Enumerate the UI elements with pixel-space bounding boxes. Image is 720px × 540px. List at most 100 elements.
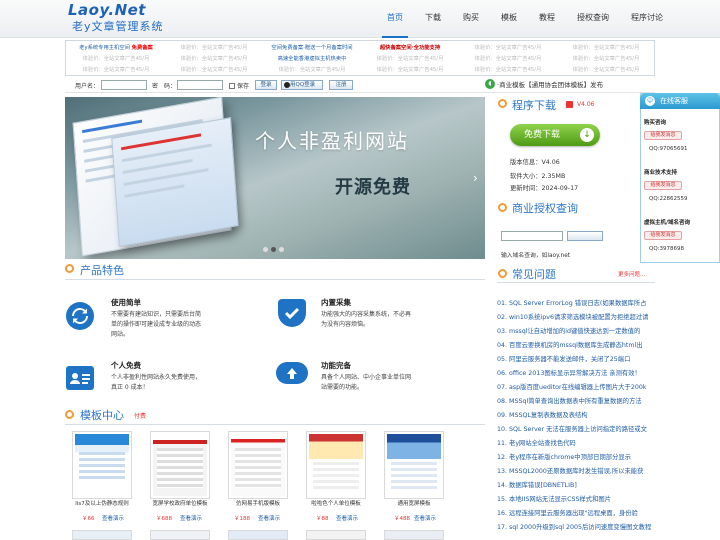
faq-title: 常见问题 xyxy=(512,268,556,281)
template-name[interactable]: 啦啦色个人单位模板 xyxy=(302,499,370,507)
service-header[interactable]: ☺ 在线客服 xyxy=(640,93,720,109)
logo-text[interactable]: Laoy.Net xyxy=(68,1,146,19)
save-checkbox-wrap[interactable]: 保存 xyxy=(229,81,249,90)
template-thumbnail[interactable] xyxy=(72,530,132,540)
faq-link[interactable]: 12. 老y程序在新版chrome中顶部日期部分显示 xyxy=(497,452,657,461)
template-thumbnail[interactable] xyxy=(384,431,444,499)
template-name[interactable]: 通用宽屏模板 xyxy=(380,499,448,507)
qq-message-button[interactable]: 给我发消息 xyxy=(644,181,682,190)
save-checkbox[interactable] xyxy=(229,82,235,89)
license-title: 商业授权查询 xyxy=(512,202,578,215)
faq-link[interactable]: 08. MSSql简单查询出数据表中所有重复数据的方法 xyxy=(497,396,657,405)
free-download-button[interactable]: 免费下载 ↓ xyxy=(510,124,600,146)
faq-link[interactable]: 13. MSSQL2000还原数据库时发生错误,所以未能获 xyxy=(497,466,657,475)
ad-link[interactable]: 体验价：全站文章广告45/月 xyxy=(558,43,654,54)
username-input[interactable] xyxy=(101,80,147,90)
ad-link[interactable]: 体验价：全站文章广告45/月 xyxy=(166,54,262,65)
faq-link[interactable]: 02. win10系统ipv6请求筛选模块被配置为拒绝超过请 xyxy=(497,312,657,321)
qq-login-button[interactable]: 用QQ登录 xyxy=(281,80,323,90)
ad-link[interactable]: 空间免费备案·赠送一个月备案时间 xyxy=(264,43,360,54)
template-demo-link[interactable]: 查看演示 xyxy=(180,514,202,522)
main-nav: 首页 下载 购买 模板 教程 授权查询 程序讨论 xyxy=(376,0,674,38)
password-input[interactable] xyxy=(177,80,223,90)
qq-message-button[interactable]: 给我发消息 xyxy=(644,131,682,140)
ad-link[interactable]: 体验价：全站文章广告45/月 xyxy=(166,65,262,76)
faq-link[interactable]: 17. sql 2000升级到sql 2005后访问速度变慢图文教程 xyxy=(497,522,657,531)
banner-slider[interactable]: 个人非盈利网站 开源免费 › xyxy=(65,97,485,259)
template-name[interactable]: lis7及以上伪静态规则 xyxy=(68,499,136,507)
slider-dot[interactable] xyxy=(279,247,284,252)
banner-screenshot-2 xyxy=(111,117,239,247)
domain-input[interactable] xyxy=(501,231,563,241)
template-name[interactable]: 宽屏学校政府单位模板 xyxy=(146,499,214,507)
notice-link[interactable]: ◖ ·商业模板【通用协会团体模板】发布 xyxy=(485,79,603,89)
template-thumbnail[interactable] xyxy=(228,431,288,499)
template-thumbnail[interactable] xyxy=(150,431,210,499)
nav-home[interactable]: 首页 xyxy=(376,0,414,38)
file-size: 软件大小：2.35MB xyxy=(510,173,566,180)
nav-forum[interactable]: 程序讨论 xyxy=(620,0,674,38)
ad-link[interactable]: 体验价：全站文章广告45/月 xyxy=(362,54,458,65)
nav-templates[interactable]: 模板 xyxy=(490,0,528,38)
template-thumbnail[interactable] xyxy=(384,530,444,540)
slider-dot-active[interactable] xyxy=(271,247,276,252)
slider-next-icon[interactable]: › xyxy=(473,171,478,185)
ad-link[interactable]: 体验价：全站文章广告45/月 xyxy=(68,54,164,65)
nav-download[interactable]: 下载 xyxy=(414,0,452,38)
template-thumbnail[interactable] xyxy=(150,530,210,540)
template-thumbnail[interactable] xyxy=(228,530,288,540)
more-faq-link[interactable]: 更多问题... xyxy=(618,270,645,278)
ad-link[interactable]: 体验价：全站文章广告45/月 xyxy=(460,54,556,65)
section-bullet-icon xyxy=(65,410,74,419)
faq-link[interactable]: 11. 老y网站全站查找色代码 xyxy=(497,438,657,447)
faq-link[interactable]: 06. office 2013图标显示异常解决方法 亲测有效！ xyxy=(497,368,657,377)
ad-link[interactable]: 体验价：全站文章广告45/月 xyxy=(362,65,458,76)
feature-desc: 不需要有建站知识，只需要后台简单的操作即可建设成专业级的动态网站。 xyxy=(111,311,202,338)
qq-message-button[interactable]: 给我发消息 xyxy=(644,231,682,240)
template-thumbnail[interactable] xyxy=(306,431,366,499)
template-demo-link[interactable]: 查看演示 xyxy=(258,514,280,522)
nav-buy[interactable]: 购买 xyxy=(452,0,490,38)
banner-subtitle: 开源免费 xyxy=(335,177,411,198)
faq-link[interactable]: 07. asp版百度ueditor在线编辑器上传图片大于200k xyxy=(497,382,657,391)
ad-link[interactable]: 高速全能香港虚拟主机热卖中 xyxy=(264,54,360,65)
register-button[interactable]: 注册 xyxy=(329,80,353,90)
ad-link[interactable]: 老y系统专用主机空间 免费备案 xyxy=(68,43,164,54)
faq-link[interactable]: 03. mssql让自动增加的id键值快速达到一定数值的 xyxy=(497,326,657,335)
faq-link[interactable]: 04. 百度云要换机房的mssql数据库生成静态html出 xyxy=(497,340,657,349)
ad-link[interactable]: 体验价：全站文章广告45/月 xyxy=(264,65,360,76)
ad-link[interactable]: 体验价：全站文章广告45/月 xyxy=(460,43,556,54)
faq-link[interactable]: 05. 阿里云服务器不能发送邮件，关闭了25端口 xyxy=(497,354,657,363)
ad-link[interactable]: 体验价：全站文章广告45/月 xyxy=(166,43,262,54)
template-thumbnail[interactable] xyxy=(72,431,132,499)
version-tag: V4.06 xyxy=(577,101,595,108)
faq-link[interactable]: 09. MSSQL复制表数据及表结构 xyxy=(497,410,657,419)
template-price: ￥66 xyxy=(82,516,95,522)
query-button[interactable] xyxy=(567,231,603,241)
template-demo-link[interactable]: 查看演示 xyxy=(102,514,124,522)
ad-link[interactable]: 体验价：全站文章广告45/月 xyxy=(68,65,164,76)
password-label: 密 码： xyxy=(152,83,177,90)
nav-tutorials[interactable]: 教程 xyxy=(528,0,566,38)
login-button[interactable]: 登录 xyxy=(255,80,277,90)
ad-link[interactable]: 超快备案空间·全功能支持 xyxy=(362,43,458,54)
faq-link[interactable]: 01. SQL Server ErrorLog 错误日志(如果数据库所占 xyxy=(497,298,657,307)
template-demo-link[interactable]: 查看演示 xyxy=(336,514,358,522)
ad-link[interactable]: 体验价：全站文章广告45/月 xyxy=(460,65,556,76)
template-demo-link[interactable]: 查看演示 xyxy=(414,514,436,522)
qq-number: QQ:97065691 xyxy=(649,146,688,152)
banner-title: 个人非盈利网站 xyxy=(255,129,409,153)
template-name[interactable]: 仿网易手机版模板 xyxy=(224,499,292,507)
faq-link[interactable]: 15. 本地IIS网站无法显示CSS样式和图片 xyxy=(497,494,657,503)
template-thumbnail[interactable] xyxy=(306,530,366,540)
slider-dot[interactable] xyxy=(263,247,268,252)
nav-license-query[interactable]: 授权查询 xyxy=(566,0,620,38)
faq-link[interactable]: 10. SQL Server 无法在服务器上访问指定的路径或文 xyxy=(497,424,657,433)
ad-link[interactable]: 体验价：全站文章广告45/月 xyxy=(558,65,654,76)
faq-link[interactable]: 16. 远程连接阿里云服务器出现"远程桌面，身份验 xyxy=(497,508,657,517)
qq-number: QQ:22862559 xyxy=(649,196,688,202)
faq-link[interactable]: 14. 数据库错误[DBNETLIB] xyxy=(497,480,657,489)
username-label: 用户名： xyxy=(75,83,100,90)
ad-link[interactable]: 体验价：全站文章广告45/月 xyxy=(558,54,654,65)
megaphone-icon: ◖ xyxy=(485,79,495,89)
